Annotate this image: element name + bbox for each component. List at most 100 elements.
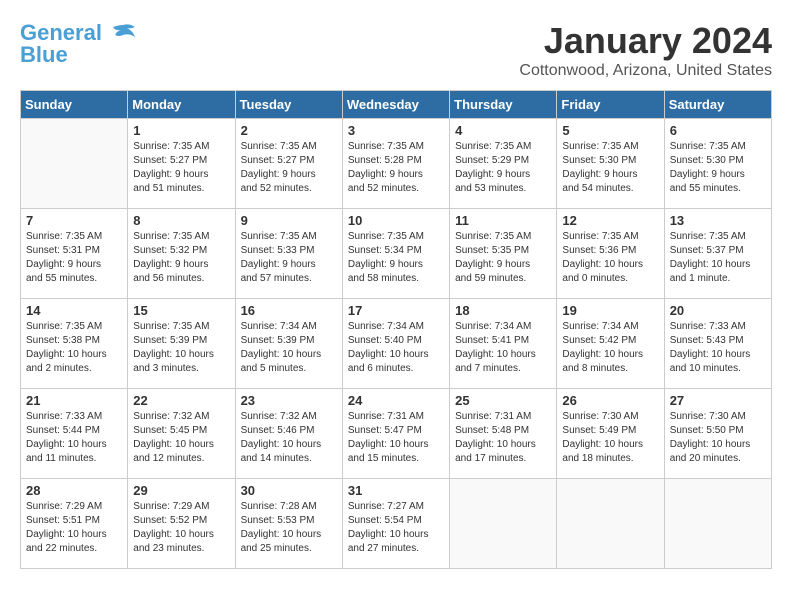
- day-number: 20: [670, 303, 766, 318]
- day-number: 7: [26, 213, 122, 228]
- calendar-cell: 27 Sunrise: 7:30 AM Sunset: 5:50 PM Dayli…: [664, 389, 771, 479]
- day-info: Sunrise: 7:35 AM Sunset: 5:27 PM Dayligh…: [241, 140, 337, 196]
- day-number: 5: [562, 123, 658, 138]
- calendar-cell: [21, 119, 128, 209]
- calendar-cell: 31Sunrise: 7:27 AM Sunset: 5:54 PM Dayli…: [342, 479, 449, 569]
- week-row-3: 14 Sunrise: 7:35 AM Sunset: 5:38 PM Dayli…: [21, 299, 772, 389]
- calendar-cell: 28Sunrise: 7:29 AM Sunset: 5:51 PM Dayli…: [21, 479, 128, 569]
- day-info: Sunrise: 7:28 AM Sunset: 5:53 PM Dayligh…: [241, 500, 337, 556]
- weekday-header-thursday: Thursday: [450, 91, 557, 119]
- day-info: Sunrise: 7:33 AM Sunset: 5:44 PM Dayligh…: [26, 410, 122, 466]
- calendar-cell: 6Sunrise: 7:35 AM Sunset: 5:30 PM Daylig…: [664, 119, 771, 209]
- day-number: 8: [133, 213, 229, 228]
- calendar-cell: 26Sunrise: 7:30 AM Sunset: 5:49 PM Dayli…: [557, 389, 664, 479]
- day-number: 29: [133, 483, 229, 498]
- calendar-cell: 21 Sunrise: 7:33 AM Sunset: 5:44 PM Dayli…: [21, 389, 128, 479]
- calendar-cell: 14 Sunrise: 7:35 AM Sunset: 5:38 PM Dayli…: [21, 299, 128, 389]
- day-number: 3: [348, 123, 444, 138]
- day-number: 11: [455, 213, 551, 228]
- calendar-cell: 1 Sunrise: 7:35 AM Sunset: 5:27 PM Daylig…: [128, 119, 235, 209]
- day-number: 15: [133, 303, 229, 318]
- day-info: Sunrise: 7:35 AM Sunset: 5:35 PM Dayligh…: [455, 230, 551, 286]
- day-info: Sunrise: 7:35 AM Sunset: 5:28 PM Dayligh…: [348, 140, 444, 196]
- title-section: January 2024 Cottonwood, Arizona, United…: [519, 20, 772, 80]
- day-number: 12: [562, 213, 658, 228]
- day-info: Sunrise: 7:35 AM Sunset: 5:27 PM Dayligh…: [133, 140, 229, 196]
- calendar-cell: 15 Sunrise: 7:35 AM Sunset: 5:39 PM Dayli…: [128, 299, 235, 389]
- weekday-header-friday: Friday: [557, 91, 664, 119]
- calendar-cell: 25Sunrise: 7:31 AM Sunset: 5:48 PM Dayli…: [450, 389, 557, 479]
- day-info: Sunrise: 7:35 AM Sunset: 5:33 PM Dayligh…: [241, 230, 337, 286]
- day-info: Sunrise: 7:29 AM Sunset: 5:51 PM Dayligh…: [26, 500, 122, 556]
- day-number: 2: [241, 123, 337, 138]
- day-number: 18: [455, 303, 551, 318]
- day-info: Sunrise: 7:35 AM Sunset: 5:38 PM Dayligh…: [26, 320, 122, 376]
- day-info: Sunrise: 7:35 AM Sunset: 5:34 PM Dayligh…: [348, 230, 444, 286]
- calendar-cell: 17Sunrise: 7:34 AM Sunset: 5:40 PM Dayli…: [342, 299, 449, 389]
- day-info: Sunrise: 7:35 AM Sunset: 5:31 PM Dayligh…: [26, 230, 122, 286]
- day-number: 14: [26, 303, 122, 318]
- day-number: 22: [133, 393, 229, 408]
- day-number: 21: [26, 393, 122, 408]
- day-info: Sunrise: 7:33 AM Sunset: 5:43 PM Dayligh…: [670, 320, 766, 376]
- weekday-header-sunday: Sunday: [21, 91, 128, 119]
- day-info: Sunrise: 7:30 AM Sunset: 5:50 PM Dayligh…: [670, 410, 766, 466]
- day-number: 1: [133, 123, 229, 138]
- location: Cottonwood, Arizona, United States: [519, 62, 772, 80]
- day-number: 10: [348, 213, 444, 228]
- day-number: 23: [241, 393, 337, 408]
- day-number: 9: [241, 213, 337, 228]
- week-row-5: 28Sunrise: 7:29 AM Sunset: 5:51 PM Dayli…: [21, 479, 772, 569]
- weekday-header-saturday: Saturday: [664, 91, 771, 119]
- calendar-cell: 10 Sunrise: 7:35 AM Sunset: 5:34 PM Dayli…: [342, 209, 449, 299]
- calendar-cell: 23Sunrise: 7:32 AM Sunset: 5:46 PM Dayli…: [235, 389, 342, 479]
- day-info: Sunrise: 7:35 AM Sunset: 5:36 PM Dayligh…: [562, 230, 658, 286]
- week-row-4: 21 Sunrise: 7:33 AM Sunset: 5:44 PM Dayli…: [21, 389, 772, 479]
- calendar-cell: 19 Sunrise: 7:34 AM Sunset: 5:42 PM Dayli…: [557, 299, 664, 389]
- calendar-table: SundayMondayTuesdayWednesdayThursdayFrid…: [20, 90, 772, 569]
- logo-blue: Blue: [20, 42, 68, 68]
- day-number: 6: [670, 123, 766, 138]
- day-info: Sunrise: 7:31 AM Sunset: 5:47 PM Dayligh…: [348, 410, 444, 466]
- calendar-cell: [557, 479, 664, 569]
- day-number: 25: [455, 393, 551, 408]
- day-number: 26: [562, 393, 658, 408]
- day-number: 30: [241, 483, 337, 498]
- day-number: 13: [670, 213, 766, 228]
- day-info: Sunrise: 7:34 AM Sunset: 5:41 PM Dayligh…: [455, 320, 551, 376]
- calendar-cell: 16 Sunrise: 7:34 AM Sunset: 5:39 PM Dayli…: [235, 299, 342, 389]
- day-info: Sunrise: 7:29 AM Sunset: 5:52 PM Dayligh…: [133, 500, 229, 556]
- weekday-header-monday: Monday: [128, 91, 235, 119]
- week-row-1: 1 Sunrise: 7:35 AM Sunset: 5:27 PM Daylig…: [21, 119, 772, 209]
- calendar-cell: 12 Sunrise: 7:35 AM Sunset: 5:36 PM Dayli…: [557, 209, 664, 299]
- logo: General Blue: [20, 20, 138, 68]
- day-info: Sunrise: 7:34 AM Sunset: 5:39 PM Dayligh…: [241, 320, 337, 376]
- day-info: Sunrise: 7:35 AM Sunset: 5:37 PM Dayligh…: [670, 230, 766, 286]
- calendar-cell: [664, 479, 771, 569]
- day-number: 24: [348, 393, 444, 408]
- day-number: 27: [670, 393, 766, 408]
- day-info: Sunrise: 7:35 AM Sunset: 5:39 PM Dayligh…: [133, 320, 229, 376]
- day-info: Sunrise: 7:35 AM Sunset: 5:32 PM Dayligh…: [133, 230, 229, 286]
- calendar-cell: 20 Sunrise: 7:33 AM Sunset: 5:43 PM Dayli…: [664, 299, 771, 389]
- calendar-cell: 2 Sunrise: 7:35 AM Sunset: 5:27 PM Daylig…: [235, 119, 342, 209]
- calendar-cell: 7 Sunrise: 7:35 AM Sunset: 5:31 PM Daylig…: [21, 209, 128, 299]
- day-number: 17: [348, 303, 444, 318]
- month-title: January 2024: [519, 20, 772, 62]
- calendar-cell: 18 Sunrise: 7:34 AM Sunset: 5:41 PM Dayli…: [450, 299, 557, 389]
- day-info: Sunrise: 7:34 AM Sunset: 5:42 PM Dayligh…: [562, 320, 658, 376]
- calendar-cell: 29 Sunrise: 7:29 AM Sunset: 5:52 PM Dayli…: [128, 479, 235, 569]
- day-number: 4: [455, 123, 551, 138]
- calendar-cell: 4 Sunrise: 7:35 AM Sunset: 5:29 PM Daylig…: [450, 119, 557, 209]
- weekday-header-row: SundayMondayTuesdayWednesdayThursdayFrid…: [21, 91, 772, 119]
- day-info: Sunrise: 7:35 AM Sunset: 5:30 PM Dayligh…: [562, 140, 658, 196]
- calendar-cell: 3 Sunrise: 7:35 AM Sunset: 5:28 PM Daylig…: [342, 119, 449, 209]
- calendar-cell: 22 Sunrise: 7:32 AM Sunset: 5:45 PM Dayli…: [128, 389, 235, 479]
- day-number: 19: [562, 303, 658, 318]
- calendar-cell: 11 Sunrise: 7:35 AM Sunset: 5:35 PM Dayli…: [450, 209, 557, 299]
- day-info: Sunrise: 7:32 AM Sunset: 5:45 PM Dayligh…: [133, 410, 229, 466]
- page-header: General Blue January 2024 Cottonwood, Ar…: [20, 20, 772, 80]
- day-number: 31: [348, 483, 444, 498]
- day-number: 16: [241, 303, 337, 318]
- day-info: Sunrise: 7:35 AM Sunset: 5:29 PM Dayligh…: [455, 140, 551, 196]
